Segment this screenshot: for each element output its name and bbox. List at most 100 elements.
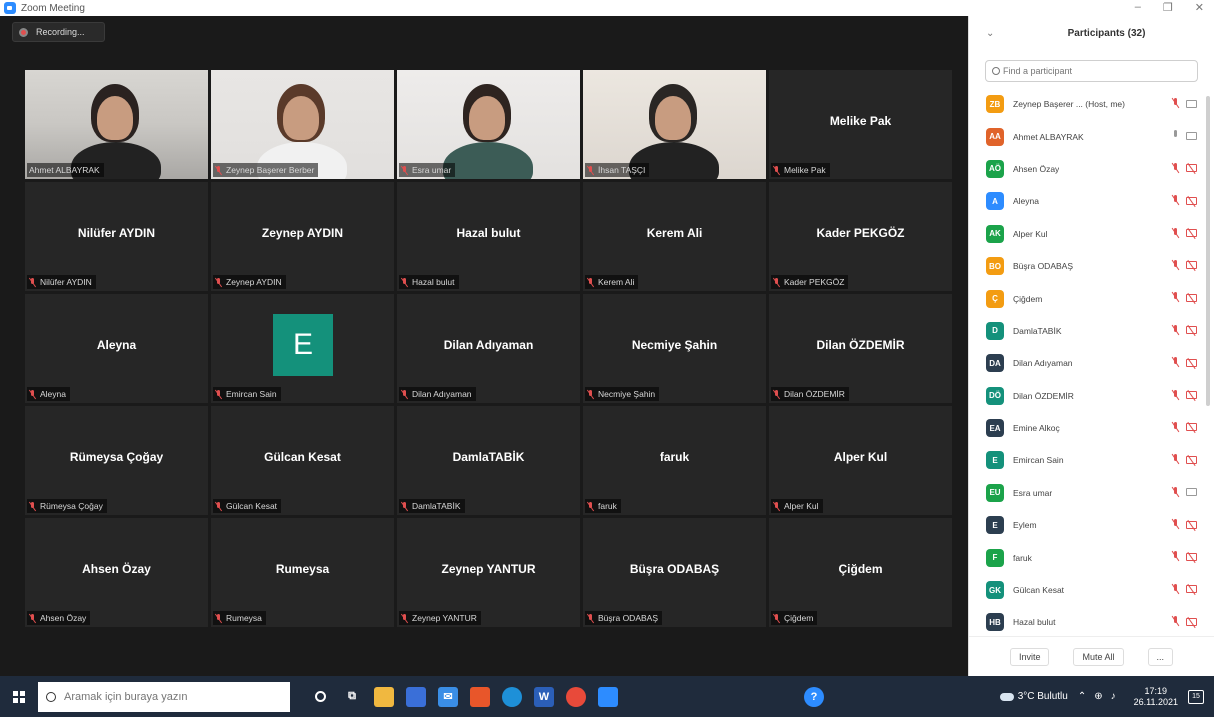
tile-label-text: Nilüfer AYDIN [40, 277, 92, 287]
invite-button[interactable]: Invite [1009, 647, 1050, 666]
video-tile[interactable]: Rumeysa Rumeysa [211, 518, 394, 627]
participant-row[interactable]: EU Esra umar [969, 477, 1205, 509]
mic-muted-icon [1171, 616, 1180, 627]
participant-status-icons [1171, 583, 1197, 595]
notification-icon[interactable]: 15 [1188, 689, 1204, 704]
participant-row[interactable]: Ç Çiğdem [969, 282, 1205, 314]
participant-row[interactable]: BO Büşra ODABAŞ [969, 250, 1205, 282]
participant-row[interactable]: DÖ Dilan ÖZDEMİR [969, 380, 1205, 412]
tile-name-label: Esra umar [399, 163, 456, 177]
tile-display-name: Büşra ODABAŞ [629, 562, 720, 576]
participant-search-input[interactable] [1003, 66, 1183, 76]
minimize-icon[interactable]: – [1135, 1, 1141, 14]
mute-all-button[interactable]: Mute All [1073, 647, 1124, 666]
tile-display-name: faruk [659, 450, 690, 464]
participant-status-icons [1171, 195, 1197, 206]
mic-muted-icon [773, 389, 781, 399]
tile-label-text: Rumeysa [226, 613, 262, 623]
office-icon[interactable] [470, 686, 490, 707]
clock[interactable]: 17:19 26.11.2021 [1134, 686, 1178, 708]
video-tile[interactable]: Ahmet ALBAYRAK [25, 70, 208, 179]
participant-row[interactable]: A Aleyna [969, 185, 1205, 217]
close-icon[interactable]: ✕ [1195, 1, 1204, 14]
video-off-icon [1186, 326, 1197, 335]
tray-chevron-up-icon[interactable]: ⌃ [1078, 691, 1086, 702]
task-view-icon[interactable]: ⧉ [342, 687, 362, 707]
file-explorer-icon[interactable] [374, 686, 394, 707]
participant-row[interactable]: GK Gülcan Kesat [969, 574, 1205, 606]
video-tile[interactable]: Esra umar [397, 70, 580, 179]
tile-display-name: Aleyna [96, 338, 137, 352]
video-off-icon [1186, 261, 1197, 270]
weather-widget[interactable]: 3°C Bulutlu [999, 691, 1068, 702]
tile-name-label: Kader PEKGÖZ [771, 275, 849, 289]
participant-search[interactable] [985, 60, 1198, 82]
tile-name-label: Ahmet ALBAYRAK [27, 163, 104, 177]
participant-row[interactable]: EA Emine Alkoç [969, 412, 1205, 444]
taskbar-search[interactable] [38, 681, 290, 712]
participant-row[interactable]: D DamlaTABİK [969, 315, 1205, 347]
volume-icon[interactable]: ♪ [1111, 691, 1116, 702]
taskbar-search-input[interactable] [64, 690, 264, 703]
mic-muted-icon [1171, 227, 1180, 239]
tile-label-text: Gülcan Kesat [226, 501, 278, 511]
participant-scrollbar[interactable] [1206, 96, 1210, 406]
video-tile[interactable]: Dilan ÖZDEMİR Dilan ÖZDEMİR [769, 294, 952, 403]
tile-display-name: Ahsen Özay [82, 562, 151, 576]
video-tile[interactable]: Ahsen Özay Ahsen Özay [25, 518, 208, 627]
cortana-icon[interactable] [310, 687, 330, 707]
participant-row[interactable]: Ffaruk [969, 541, 1205, 573]
participant-row[interactable]: AK Alper Kul [969, 218, 1205, 250]
participant-row[interactable]: HB Hazal bulut [969, 606, 1205, 638]
video-tile[interactable]: E Emircan Sain [211, 294, 394, 403]
video-tile[interactable]: Aleyna Aleyna [25, 294, 208, 403]
video-tile[interactable]: Zeynep Başerer Berber [211, 70, 394, 179]
video-tile[interactable]: Zeynep YANTUR Zeynep YANTUR [397, 518, 580, 627]
video-tile[interactable]: İhsan TAŞÇI [583, 70, 766, 179]
video-tile[interactable]: Alper Kul Alper Kul [769, 406, 952, 515]
restore-icon[interactable]: ❐ [1163, 1, 1173, 14]
video-tile[interactable]: Çiğdem Çiğdem [769, 518, 952, 627]
edge-icon[interactable] [502, 686, 522, 707]
video-tile[interactable]: Dilan Adıyaman Dilan Adıyaman [397, 294, 580, 403]
participants-title: Participants (32) [1067, 28, 1146, 39]
participant-row[interactable]: E Emircan Sain [969, 444, 1205, 476]
participant-row[interactable]: DA Dilan Adıyaman [969, 347, 1205, 379]
video-tile[interactable]: faruk faruk [583, 406, 766, 515]
video-tile[interactable]: Rümeysa Çoğay Rümeysa Çoğay [25, 406, 208, 515]
video-icon [1186, 131, 1197, 140]
tile-label-text: Kader PEKGÖZ [784, 277, 845, 287]
participant-row[interactable]: AÖ Ahsen Özay [969, 153, 1205, 185]
video-tile[interactable]: Zeynep AYDIN Zeynep AYDIN [211, 182, 394, 291]
video-tile[interactable]: Kerem Ali Kerem Ali [583, 182, 766, 291]
participant-row[interactable]: E Eylem [969, 509, 1205, 541]
more-options-button[interactable]: ... [1147, 647, 1174, 666]
mail-icon[interactable]: ✉ [438, 686, 458, 707]
video-tile[interactable]: DamlaTABİK DamlaTABİK [397, 406, 580, 515]
video-tile[interactable]: Melike Pak Melike Pak [769, 70, 952, 179]
zoom-icon[interactable] [598, 686, 618, 707]
tile-name-label: Ahsen Özay [27, 611, 91, 625]
participant-status-icons [1171, 616, 1197, 627]
video-tile[interactable]: Hazal bulut Hazal bulut [397, 182, 580, 291]
windows-start-icon[interactable] [13, 690, 25, 703]
video-tile[interactable]: Necmiye Şahin Necmiye Şahin [583, 294, 766, 403]
participant-status-icons [1171, 519, 1197, 530]
video-tile[interactable]: Gülcan Kesat Gülcan Kesat [211, 406, 394, 515]
word-icon[interactable]: W [534, 686, 554, 707]
network-icon[interactable]: ⊕ [1094, 691, 1102, 702]
help-icon[interactable]: ? [804, 686, 824, 707]
recording-indicator[interactable]: Recording... [12, 22, 105, 42]
store-icon[interactable] [406, 686, 426, 707]
video-tile[interactable]: Nilüfer AYDIN Nilüfer AYDIN [25, 182, 208, 291]
participant-name: Dilan Adıyaman [1013, 358, 1073, 369]
tile-display-name: Rümeysa Çoğay [69, 450, 164, 464]
video-off-icon [1186, 358, 1197, 367]
video-tile[interactable]: Büşra ODABAŞ Büşra ODABAŞ [583, 518, 766, 627]
participant-row[interactable]: AA Ahmet ALBAYRAK [969, 120, 1205, 152]
chrome-icon[interactable] [566, 686, 586, 707]
mic-muted-icon [1171, 583, 1180, 595]
mic-muted-icon [29, 389, 37, 399]
video-tile[interactable]: Kader PEKGÖZ Kader PEKGÖZ [769, 182, 952, 291]
participant-row[interactable]: ZB Zeynep Başerer ... (Host, me) [969, 88, 1205, 120]
